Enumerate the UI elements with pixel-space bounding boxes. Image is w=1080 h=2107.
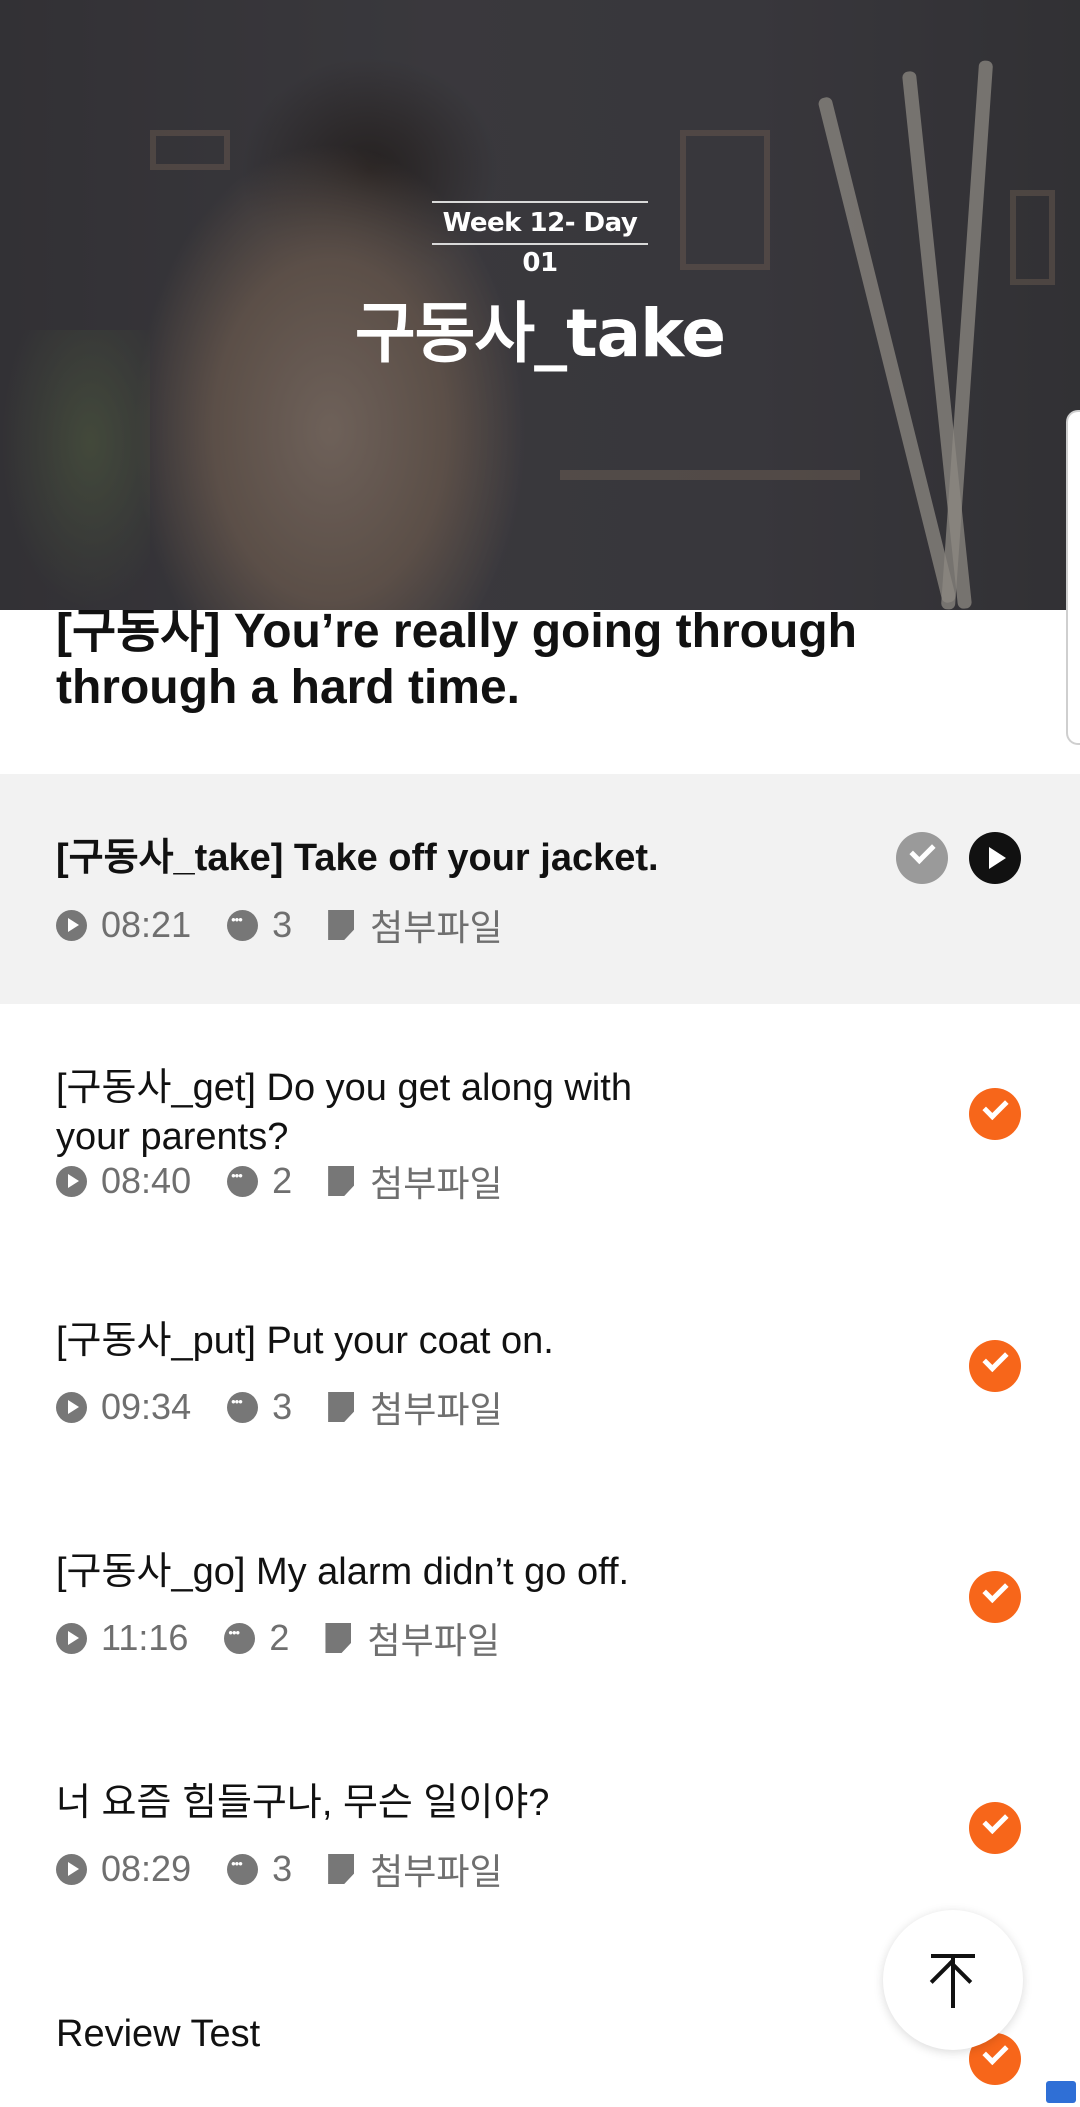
item-duration: 11:16 (101, 1617, 189, 1658)
list-item[interactable]: [구동사_go] My alarm didn’t go off. 11:16 2… (0, 1500, 1080, 1731)
item-meta: 08:21 3 첨부파일 (56, 904, 539, 948)
item-duration: 09:34 (101, 1386, 192, 1427)
play-circle-icon (56, 1853, 87, 1885)
item-duration: 08:21 (101, 904, 192, 945)
item-attachment-link[interactable]: 첨부파일 (367, 1612, 499, 1664)
hero-title: 구동사_take (354, 295, 726, 372)
side-drawer-handle[interactable] (1066, 410, 1080, 745)
lesson-title: [구동사] You’re really going through throug… (56, 610, 1036, 780)
play-button[interactable] (969, 832, 1021, 884)
list-item[interactable]: [구동사_put] Put your coat on. 09:34 3 첨부파일 (0, 1269, 1080, 1500)
list-item[interactable]: [구동사_take] Take off your jacket. 08:21 3… (0, 774, 1080, 1004)
check-mark (982, 2038, 1009, 2066)
completed-check-icon (969, 1088, 1021, 1140)
play-triangle (989, 847, 1006, 869)
folder-icon[interactable] (1040, 2072, 1080, 2107)
week-day-label: Week 12- Day 01 (432, 201, 648, 278)
item-meta: 11:16 2 첨부파일 (56, 1617, 536, 1661)
item-comment-count: 2 (272, 1160, 293, 1201)
item-meta: 09:34 3 첨부파일 (56, 1386, 539, 1430)
check-mark (982, 1576, 1009, 1604)
item-title: [구동사_go] My alarm didn’t go off. (56, 1551, 630, 1593)
item-title: [구동사_put] Put your coat on. (56, 1320, 554, 1362)
file-icon (325, 1623, 352, 1653)
arrow-head (929, 1959, 973, 2003)
item-duration: 08:40 (101, 1160, 192, 1201)
play-circle-icon (56, 1391, 87, 1423)
play-circle-icon (56, 1622, 87, 1654)
item-attachment-link[interactable]: 첨부파일 (370, 1843, 502, 1895)
folder-shape (1046, 2081, 1076, 2103)
file-icon (328, 1166, 355, 1196)
item-title: [구동사_take] Take off your jacket. (56, 837, 659, 879)
play-circle-icon (56, 909, 87, 941)
item-comment-count: 3 (272, 1386, 293, 1427)
check-mark (982, 1807, 1009, 1835)
chat-bubble-icon (224, 1622, 256, 1654)
chat-bubble-icon (227, 1391, 259, 1423)
lesson-title-line-1: [구동사] You’re really going through (56, 610, 857, 658)
list-item[interactable]: [구동사_get] Do you get along with your par… (0, 1004, 1080, 1269)
check-mark (982, 1093, 1009, 1121)
item-comment-count: 3 (272, 1848, 293, 1889)
play-circle-icon (56, 1165, 87, 1197)
lesson-list: [구동사_take] Take off your jacket. 08:21 3… (0, 774, 1080, 2107)
chat-bubble-icon (227, 1853, 259, 1885)
hero-banner: Week 12- Day 01 구동사_take (0, 0, 1080, 610)
scroll-to-top-button[interactable] (883, 1910, 1023, 2050)
item-duration: 08:29 (101, 1848, 192, 1889)
chat-bubble-icon (227, 909, 259, 941)
item-meta: 08:40 2 첨부파일 (56, 1160, 539, 1204)
item-meta: 08:29 3 첨부파일 (56, 1848, 539, 1892)
item-title: [구동사_get] Do you get along with your par… (56, 1067, 632, 1158)
item-attachment-link[interactable]: 첨부파일 (370, 899, 502, 951)
item-title: Review Test (56, 2013, 261, 2055)
lesson-title-line-2: through a hard time. (56, 661, 521, 714)
completed-check-icon[interactable] (896, 832, 948, 884)
completed-check-icon (969, 1802, 1021, 1854)
file-icon (328, 910, 355, 940)
file-icon (328, 1392, 355, 1422)
item-comment-count: 3 (272, 904, 293, 945)
completed-check-icon (969, 1340, 1021, 1392)
check-mark (909, 837, 936, 865)
file-icon (328, 1854, 355, 1884)
chat-bubble-icon (227, 1165, 259, 1197)
completed-check-icon (969, 1571, 1021, 1623)
item-comment-count: 2 (269, 1617, 290, 1658)
item-attachment-link[interactable]: 첨부파일 (370, 1381, 502, 1433)
item-attachment-link[interactable]: 첨부파일 (370, 1155, 502, 1207)
item-title: 너 요즘 힘들구나, 무슨 일이야? (56, 1782, 550, 1824)
check-mark (982, 1345, 1009, 1373)
